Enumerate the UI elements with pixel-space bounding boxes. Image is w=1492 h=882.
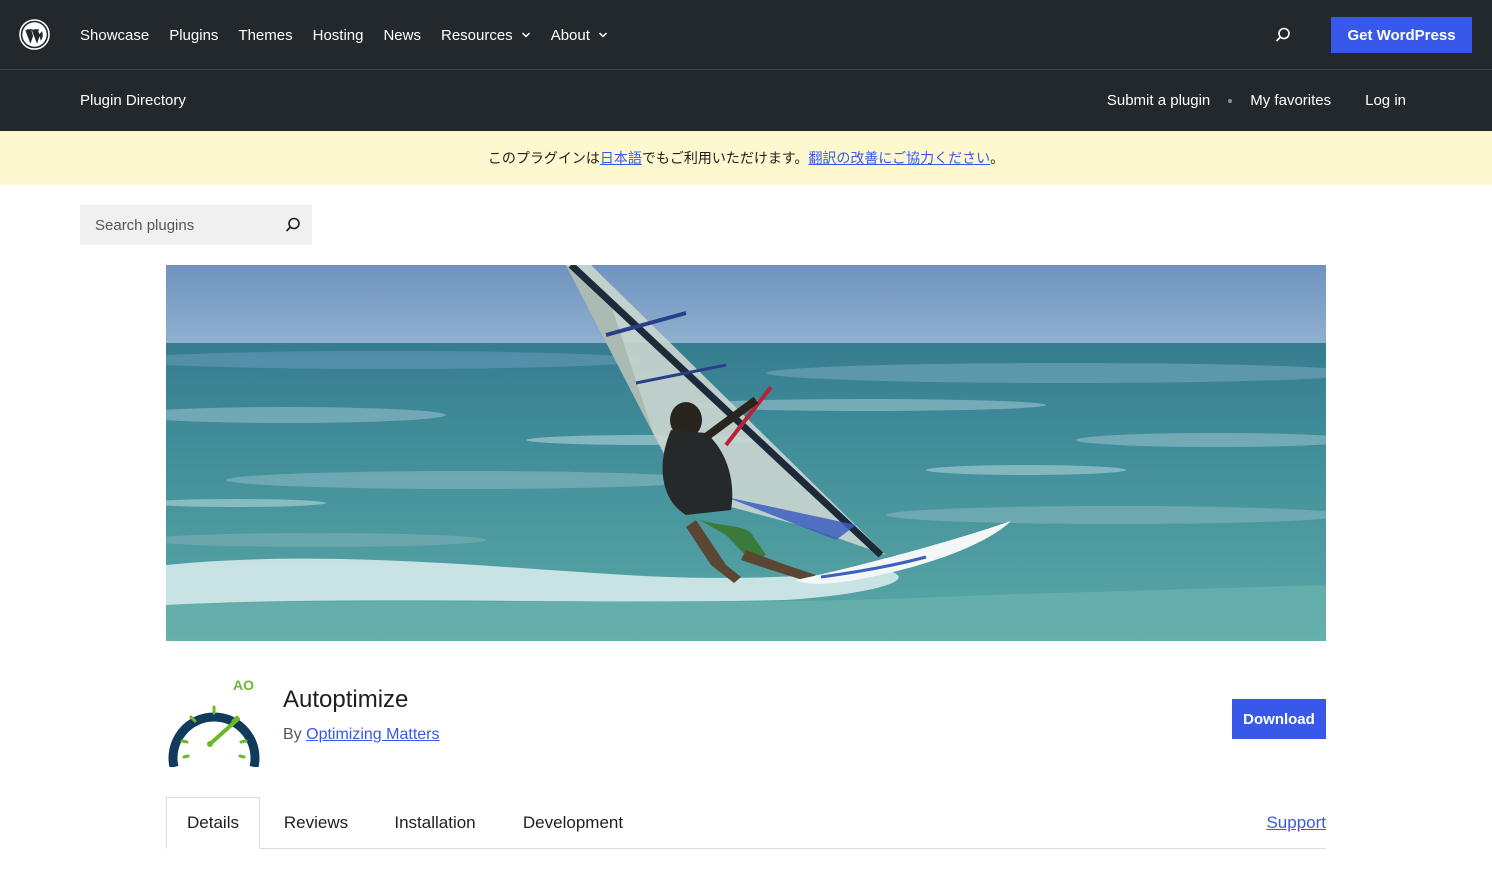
local-nav-links: Submit a plugin My favorites Log in bbox=[1107, 70, 1406, 131]
tab-details[interactable]: Details bbox=[166, 797, 260, 849]
chevron-down-icon bbox=[521, 32, 530, 38]
plugin-icon-text: AO bbox=[233, 677, 254, 693]
nav-item-label: News bbox=[383, 26, 421, 44]
notice-text-prefix: このプラグインは bbox=[487, 150, 600, 166]
tab-reviews[interactable]: Reviews bbox=[266, 797, 366, 849]
japanese-language-link[interactable]: 日本語 bbox=[600, 148, 642, 168]
search-icon[interactable] bbox=[283, 215, 303, 235]
nav-item-hosting[interactable]: Hosting bbox=[313, 27, 364, 44]
tab-development[interactable]: Development bbox=[506, 797, 640, 849]
notice-text-suffix: 。 bbox=[990, 150, 1005, 166]
support-link[interactable]: Support bbox=[1266, 797, 1326, 849]
help-translate-link[interactable]: 翻訳の改善にご協力ください bbox=[808, 148, 990, 168]
nav-item-label: Showcase bbox=[80, 26, 150, 44]
my-favorites-link[interactable]: My favorites bbox=[1250, 92, 1331, 109]
global-nav-menu: Showcase Plugins Themes Hosting News Res… bbox=[80, 0, 628, 70]
nav-item-label: Hosting bbox=[312, 26, 364, 44]
plugin-title: Autoptimize bbox=[283, 686, 409, 713]
wordpress-logo-icon[interactable] bbox=[19, 19, 50, 50]
search-input[interactable] bbox=[80, 205, 270, 245]
separator-dot bbox=[1228, 98, 1233, 103]
get-wordpress-button[interactable]: Get WordPress bbox=[1331, 17, 1472, 53]
nav-item-label: Themes bbox=[238, 26, 293, 44]
nav-item-plugins[interactable]: Plugins bbox=[169, 27, 218, 44]
plugin-directory-nav: Plugin Directory Submit a plugin My favo… bbox=[0, 70, 1492, 131]
plugin-author-line: By Optimizing Matters bbox=[283, 726, 440, 744]
plugin-banner-image bbox=[166, 265, 1326, 641]
plugin-icon: AO bbox=[168, 677, 260, 767]
notice-text-middle: でもご利用いただけます。 bbox=[641, 150, 809, 166]
download-button[interactable]: Download bbox=[1232, 699, 1326, 739]
nav-item-news[interactable]: News bbox=[383, 27, 421, 44]
global-header: Showcase Plugins Themes Hosting News Res… bbox=[0, 0, 1492, 70]
plugin-directory-link[interactable]: Plugin Directory bbox=[80, 92, 186, 109]
plugin-author-link[interactable]: Optimizing Matters bbox=[306, 726, 439, 743]
plugin-tabs: Details Reviews Installation Development… bbox=[166, 797, 1326, 849]
nav-item-themes[interactable]: Themes bbox=[238, 27, 292, 44]
chevron-down-icon bbox=[598, 32, 607, 38]
plugin-search-form bbox=[80, 205, 312, 245]
submit-plugin-link[interactable]: Submit a plugin bbox=[1107, 92, 1210, 109]
log-in-link[interactable]: Log in bbox=[1365, 92, 1406, 109]
nav-item-showcase[interactable]: Showcase bbox=[80, 27, 149, 44]
nav-item-about[interactable]: About bbox=[551, 27, 608, 44]
tab-installation[interactable]: Installation bbox=[376, 797, 494, 849]
nav-item-label: Plugins bbox=[169, 26, 219, 44]
by-label: By bbox=[283, 726, 302, 743]
nav-item-label: About bbox=[550, 26, 590, 44]
nav-item-label: Resources bbox=[440, 26, 513, 44]
nav-item-resources[interactable]: Resources bbox=[441, 27, 531, 44]
speedometer-icon bbox=[168, 705, 260, 767]
search-icon[interactable] bbox=[1273, 25, 1293, 45]
translation-notice: このプラグインは 日本語 でもご利用いただけます。 翻訳の改善にご協力ください … bbox=[0, 131, 1492, 185]
